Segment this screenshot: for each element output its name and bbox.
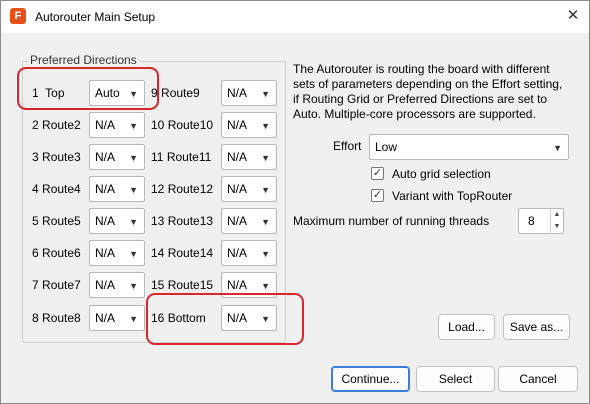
layer-label: 2 Route2 (32, 118, 81, 132)
chevron-down-icon: ▼ (129, 217, 138, 227)
chevron-down-icon: ▼ (261, 89, 270, 99)
layer-direction-select[interactable]: N/A ▼ (221, 176, 277, 202)
save-as-button[interactable]: Save as... (503, 314, 570, 340)
layer-direction-select[interactable]: N/A ▼ (89, 305, 145, 331)
layer-direction-select[interactable]: N/A ▼ (89, 208, 145, 234)
layer-direction-select[interactable]: N/A ▼ (89, 176, 145, 202)
chevron-down-icon: ▼ (129, 281, 138, 291)
spin-up-icon[interactable]: ▲ (550, 209, 563, 221)
check-icon: ✓ (372, 167, 383, 179)
variant-toprouter-checkbox[interactable]: ✓ (371, 189, 384, 202)
layer-label: 11 Route11 (151, 150, 212, 164)
load-button[interactable]: Load... (438, 314, 495, 340)
layer-label: 10 Route10 (151, 118, 214, 132)
chevron-down-icon: ▼ (261, 153, 270, 163)
layer-direction-select[interactable]: N/A ▼ (221, 208, 277, 234)
layer-label: 8 Route8 (32, 311, 81, 325)
spin-down-icon[interactable]: ▼ (550, 221, 563, 233)
highlight-top-layer (17, 67, 159, 110)
layer-label: 7 Route7 (32, 278, 81, 292)
layer-label: 15 Route15 (151, 278, 214, 292)
chevron-down-icon: ▼ (129, 121, 138, 131)
title-bar: F Autorouter Main Setup ✕ (1, 1, 589, 33)
check-icon: ✓ (372, 189, 383, 201)
variant-toprouter-label: Variant with TopRouter (392, 189, 513, 203)
layer-label: 12 Route12 (151, 182, 214, 196)
layer-direction-select[interactable]: N/A ▼ (221, 240, 277, 266)
close-icon: ✕ (566, 7, 580, 24)
chevron-down-icon: ▼ (129, 314, 138, 324)
chevron-down-icon: ▼ (261, 185, 270, 195)
layer-label: 13 Route13 (151, 214, 214, 228)
chevron-down-icon: ▼ (261, 217, 270, 227)
close-button[interactable]: ✕ (557, 1, 589, 31)
chevron-down-icon: ▼ (129, 185, 138, 195)
layer-direction-select[interactable]: N/A ▼ (89, 144, 145, 170)
max-threads-label: Maximum number of running threads (293, 214, 490, 228)
layer-label: 6 Route6 (32, 246, 81, 260)
layer-label: 3 Route3 (32, 150, 81, 164)
continue-button[interactable]: Continue... (331, 366, 410, 392)
window-title: Autorouter Main Setup (35, 10, 156, 24)
cancel-button[interactable]: Cancel (498, 366, 578, 392)
chevron-down-icon: ▼ (261, 249, 270, 259)
chevron-down-icon: ▼ (129, 249, 138, 259)
max-threads-spinbox[interactable]: 8 ▲ ▼ (518, 208, 564, 234)
chevron-down-icon: ▼ (261, 121, 270, 131)
auto-grid-label: Auto grid selection (392, 167, 491, 181)
layer-label: 5 Route5 (32, 214, 81, 228)
auto-grid-checkbox[interactable]: ✓ (371, 167, 384, 180)
layer-direction-select[interactable]: N/A ▼ (221, 112, 277, 138)
layer-direction-select[interactable]: N/A ▼ (89, 272, 145, 298)
effort-label: Effort (333, 139, 362, 153)
effort-select[interactable]: Low ▼ (369, 134, 569, 160)
layer-direction-select[interactable]: N/A ▼ (221, 144, 277, 170)
layer-label: 14 Route14 (151, 246, 214, 260)
layer-direction-select[interactable]: N/A ▼ (89, 112, 145, 138)
preferred-directions-label: Preferred Directions (28, 53, 139, 67)
layer-direction-select[interactable]: N/A ▼ (221, 80, 277, 106)
layer-direction-select[interactable]: N/A ▼ (89, 240, 145, 266)
chevron-down-icon: ▼ (129, 153, 138, 163)
layer-label: 4 Route4 (32, 182, 81, 196)
chevron-down-icon: ▼ (261, 281, 270, 291)
select-button[interactable]: Select (416, 366, 495, 392)
highlight-bottom-layer (146, 293, 304, 345)
autorouter-dialog: F Autorouter Main Setup ✕ Preferred Dire… (0, 0, 590, 404)
chevron-down-icon: ▼ (553, 143, 562, 153)
autorouter-description: The Autorouter is routing the board with… (293, 62, 563, 121)
app-logo-icon: F (10, 8, 26, 24)
